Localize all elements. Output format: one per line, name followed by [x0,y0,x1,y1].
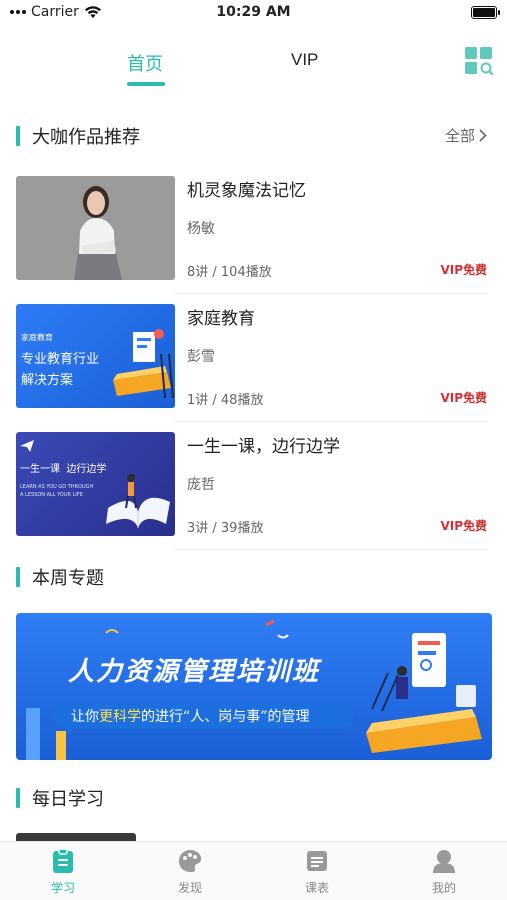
featured-section-header: 大咖作品推荐 [16,121,140,151]
book-illustration [113,329,174,399]
thumb-en-line-2: A LESSON ALL YOUR LIFE [20,492,83,498]
tab-label: 课表 [304,881,329,895]
daily-section-header: 每日学习 [16,783,104,813]
tab-vip[interactable]: VIP [291,50,318,70]
vip-free-badge: VIP免费 [440,263,487,277]
section-accent-bar [16,126,20,146]
weekly-topic-banner[interactable]: 人力资源管理培训班 让你更科学的进行“人、岗与事”的管理 [16,613,492,760]
course-author: 庞哲 [187,477,215,493]
schedule-icon [307,851,327,871]
course-thumbnail [16,176,175,280]
divider [175,549,487,550]
course-title: 一生一课，边行边学 [187,437,340,457]
course-stats: 1讲 / 48播放 [187,393,264,408]
tab-label: 我的 [431,881,456,895]
course-stats: 8讲 / 104播放 [187,265,272,280]
course-item[interactable]: 一生一课 边行边学 LEARN AS YOU GO THROUGH A LESS… [16,432,487,550]
section-title: 每日学习 [32,789,104,810]
thumb-small-text: 家庭教育 [21,333,53,342]
course-thumbnail: 家庭教育 专业教育行业 解决方案 [16,304,175,408]
vip-free-badge: VIP免费 [440,519,487,533]
vip-free-badge: VIP免费 [440,391,487,405]
study-icon [53,848,73,873]
section-accent-bar [16,567,20,587]
see-all-label: 全部 [444,127,475,145]
banner-subtitle: 让你更科学的进行“人、岗与事”的管理 [71,706,310,726]
discover-icon [179,850,202,872]
tab-schedule[interactable]: 课表 [287,848,347,896]
course-item[interactable]: 家庭教育 专业教育行业 解决方案 家庭教育 彭雪 1讲 / 48播放 VIP免费 [16,304,487,422]
instructor-photo [16,176,175,280]
tab-discover[interactable]: 发现 [160,848,220,896]
course-author: 彭雪 [187,349,215,365]
divider [175,421,487,422]
course-item[interactable]: 机灵象魔法记忆 杨敏 8讲 / 104播放 VIP免费 [16,176,487,294]
thumb-line-1: 专业教育行业 [21,352,100,367]
profile-icon [433,850,455,873]
course-title: 家庭教育 [187,309,255,329]
chevron-right-icon [479,129,487,142]
open-book-illustration [106,474,170,528]
grid-search-icon[interactable] [465,47,493,75]
banner-sub-pre: 让你 [71,709,99,725]
battery-icon [471,6,500,19]
section-title: 大咖作品推荐 [32,127,140,148]
tab-label: 学习 [50,881,75,895]
daily-item-thumbnail-partial[interactable] [16,833,136,841]
thumb-main-text: 一生一课 边行边学 [20,464,107,475]
tab-active-indicator [127,82,165,86]
banner-sub-post: 的进行“人、岗与事”的管理 [141,709,310,725]
divider [175,293,487,294]
tab-home[interactable]: 首页 [127,50,163,76]
paper-plane-icon [20,440,34,452]
thumb-en-line-1: LEARN AS YOU GO THROUGH [20,484,94,490]
tab-study[interactable]: 学习 [33,848,93,896]
top-nav: 首页 VIP [0,40,507,90]
tab-profile[interactable]: 我的 [414,848,474,896]
section-title: 本周专题 [32,568,104,589]
course-stats: 3讲 / 39播放 [187,521,264,536]
course-title: 机灵象魔法记忆 [187,181,306,201]
status-bar: Carrier 10:29 AM [0,0,507,28]
thumb-line-2: 解决方案 [21,373,74,388]
status-time: 10:29 AM [216,4,291,20]
banner-title: 人力资源管理培训班 [68,657,321,687]
course-thumbnail: 一生一课 边行边学 LEARN AS YOU GO THROUGH A LESS… [16,432,175,536]
course-author: 杨敏 [187,221,215,237]
see-all-link[interactable]: 全部 [445,125,487,146]
section-accent-bar [16,788,20,808]
weekly-section-header: 本周专题 [16,562,104,592]
banner-sub-highlight: 更科学 [99,709,141,725]
bottom-tab-bar: 学习 发现 课表 我的 [0,841,507,900]
tab-label: 发现 [177,881,202,895]
